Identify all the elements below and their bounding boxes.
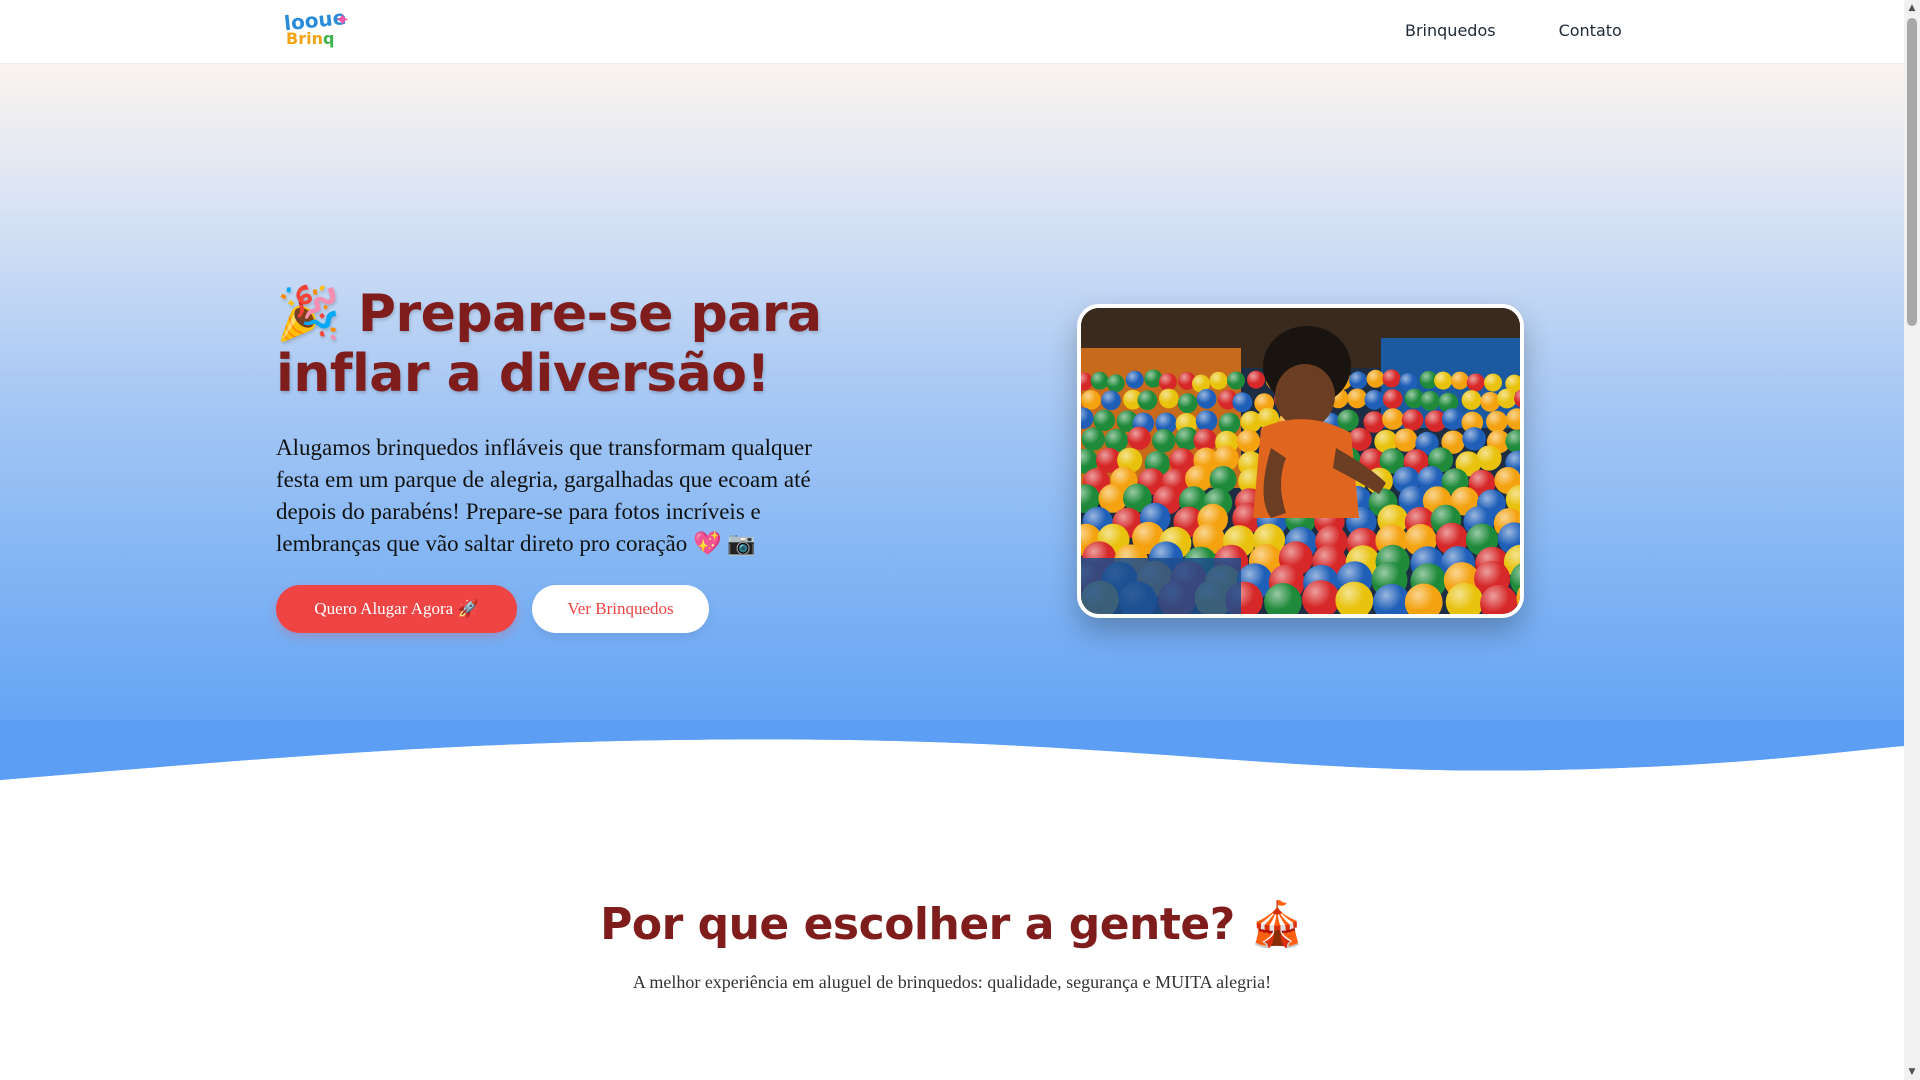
why-choose-us-title: Por que escolher a gente? 🎪 [600, 899, 1304, 950]
scrollbar-thumb[interactable] [1907, 18, 1917, 326]
site-header: looue Brinq ✦ Brinquedos Contato [0, 0, 1904, 64]
why-choose-us-subtitle: A melhor experiência em aluguel de brinq… [632, 972, 1272, 992]
see-toys-button[interactable]: Ver Brinquedos [532, 585, 709, 633]
rent-now-button[interactable]: Quero Alugar Agora 🚀 [276, 585, 517, 633]
scroll-down-arrow-icon[interactable]: ▼ [1904, 1064, 1920, 1080]
logo-sparkle-icon: ✦ [334, 10, 350, 30]
nav-link-contact[interactable]: Contato [1559, 21, 1622, 40]
nav-link-toys[interactable]: Brinquedos [1405, 21, 1496, 40]
party-popper-icon: 🎉 [276, 284, 341, 344]
main-nav: Brinquedos Contato [1405, 21, 1622, 40]
brand-logo[interactable]: looue Brinq ✦ [283, 5, 350, 54]
page-scrollbar[interactable]: ▲ ▼ [1904, 0, 1920, 1080]
hero-photo-frame [1077, 304, 1524, 618]
hero-title-text: Prepare-se para inflar a diversão! [276, 284, 822, 404]
hero-wave-divider [0, 720, 1904, 800]
hero-title: 🎉 Prepare-se para inflar a diversão! [276, 284, 896, 404]
hero-description: Alugamos brinquedos infláveis que transf… [276, 435, 812, 556]
logo-text-bottom-b: q [322, 29, 335, 48]
ball-pit-photo [1081, 308, 1520, 614]
scroll-up-arrow-icon[interactable]: ▲ [1904, 0, 1920, 16]
hero-section: 🎉 Prepare-se para inflar a diversão! Alu… [0, 64, 1904, 780]
